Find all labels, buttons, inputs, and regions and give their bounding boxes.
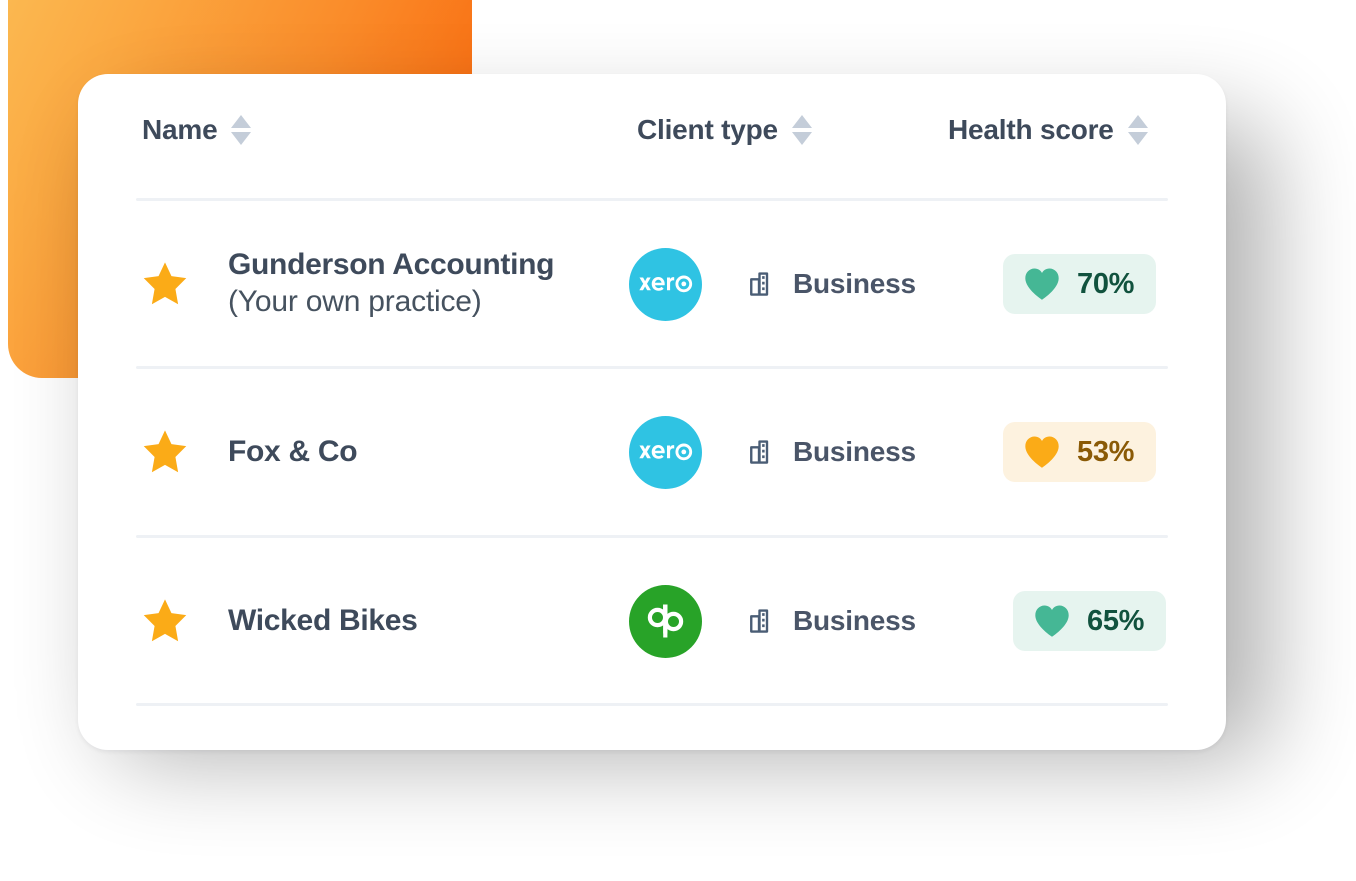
app-logo-cell: [629, 247, 715, 321]
health-score-cell: 65%: [1013, 591, 1167, 651]
client-name-cell: Gunderson Accounting (Your own practice): [228, 247, 618, 320]
table-row[interactable]: Wicked Bikes Business 65%: [78, 537, 1226, 705]
favorite-star-cell[interactable]: [135, 259, 195, 309]
health-score-badge: 53%: [1003, 422, 1157, 482]
xero-logo: [629, 415, 702, 489]
client-name: Fox & Co: [228, 434, 358, 468]
row-divider: [136, 703, 1168, 706]
sort-arrows-icon[interactable]: [231, 115, 252, 145]
client-type-cell: Business: [748, 268, 916, 300]
column-header-client-type[interactable]: Client type: [637, 114, 812, 146]
heart-icon: [1025, 436, 1059, 468]
health-score-cell: 53%: [1003, 422, 1157, 482]
health-score-value: 70%: [1077, 267, 1135, 300]
column-header-name-label: Name: [142, 114, 218, 145]
health-score-value: 65%: [1087, 604, 1145, 637]
client-name-note: (Your own practice): [228, 285, 482, 318]
building-icon: [750, 440, 769, 464]
star-icon[interactable]: [139, 259, 191, 309]
client-type-cell: Business: [748, 605, 916, 637]
clients-table-card: Name Client type Health score Gunderson …: [78, 74, 1226, 750]
xero-logo-wordmark: [638, 443, 692, 461]
health-score-badge: 65%: [1013, 591, 1167, 651]
star-icon[interactable]: [139, 427, 191, 477]
column-header-client-type-label: Client type: [637, 114, 778, 145]
star-icon[interactable]: [139, 596, 191, 646]
client-type-label: Business: [793, 436, 916, 467]
xero-logo-wordmark: [638, 275, 692, 293]
client-name-cell: Fox & Co: [228, 434, 618, 471]
favorite-star-cell[interactable]: [135, 427, 195, 477]
heart-icon: [1035, 605, 1069, 637]
heart-icon: [1025, 268, 1059, 300]
column-header-health-score[interactable]: Health score: [948, 114, 1148, 146]
client-name: Wicked Bikes: [228, 603, 418, 637]
favorite-star-cell[interactable]: [135, 596, 195, 646]
xero-logo: [629, 247, 702, 321]
column-header-health-score-label: Health score: [948, 114, 1114, 145]
client-type-label: Business: [793, 605, 916, 636]
dp-logo-wordmark: [647, 604, 683, 638]
table-row[interactable]: Gunderson Accounting (Your own practice): [78, 200, 1226, 368]
app-logo-cell: [629, 584, 715, 658]
sort-arrows-icon[interactable]: [1127, 115, 1148, 145]
table-row[interactable]: Fox & Co Business 53%: [78, 368, 1226, 536]
sort-arrows-icon[interactable]: [791, 115, 812, 145]
health-score-badge: 70%: [1003, 254, 1157, 314]
client-name: Gunderson Accounting: [228, 248, 555, 282]
health-score-value: 53%: [1077, 435, 1135, 468]
health-score-cell: 70%: [1003, 254, 1157, 314]
column-header-name[interactable]: Name: [142, 114, 252, 146]
table-header: Name Client type Health score: [78, 74, 1226, 200]
client-type-label: Business: [793, 268, 916, 299]
client-type-cell: Business: [748, 436, 916, 468]
client-name-cell: Wicked Bikes: [228, 603, 618, 640]
building-icon: [750, 272, 769, 296]
building-icon: [750, 609, 769, 633]
dp-logo: [629, 584, 702, 658]
app-logo-cell: [629, 415, 715, 489]
